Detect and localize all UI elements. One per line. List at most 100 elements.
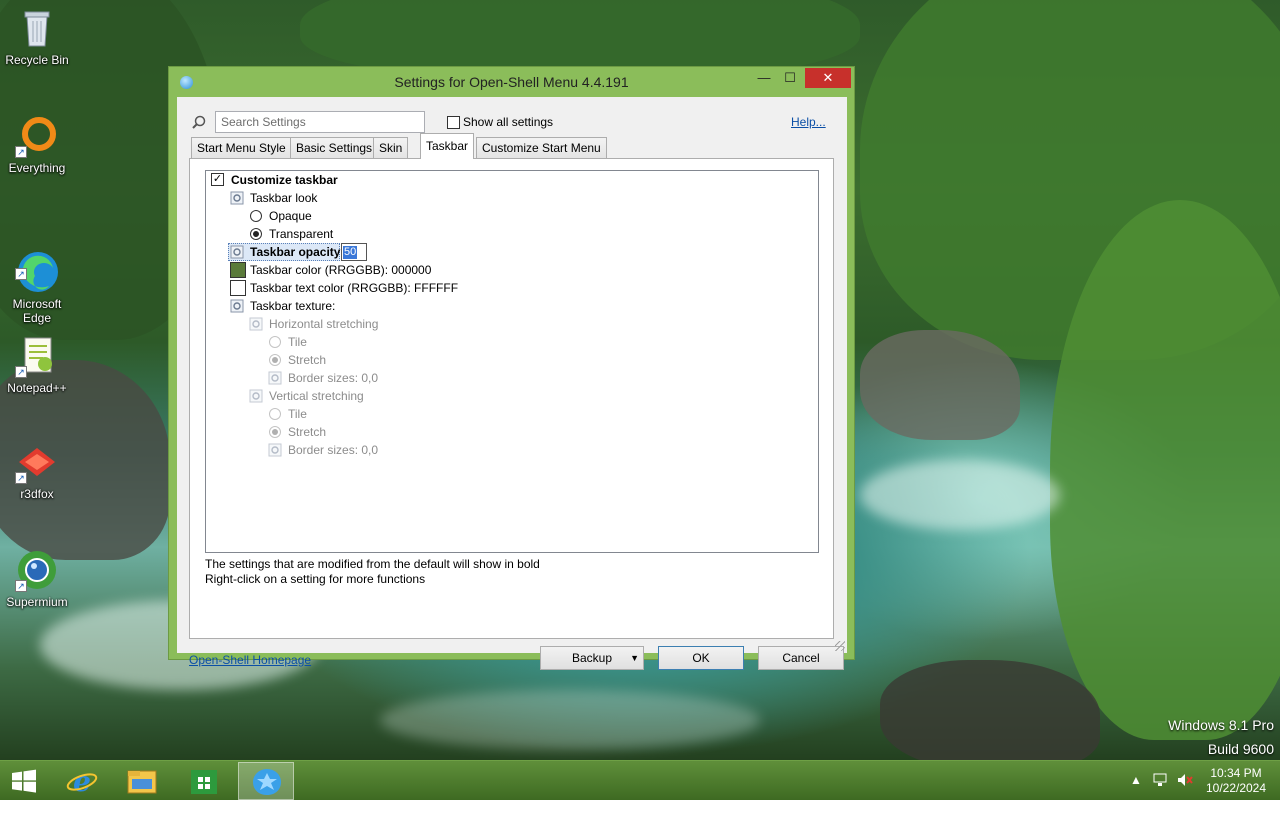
settings-window: Settings for Open-Shell Menu 4.4.191 — ☐… (168, 66, 855, 670)
tab-taskbar[interactable]: Taskbar (420, 133, 475, 159)
settings-group-icon (230, 191, 244, 205)
setting-v-border-sizes[interactable]: Border sizes: 0,0 (268, 441, 468, 459)
h-stretch-radio[interactable] (269, 354, 281, 366)
desktop-icon-label: Everything (8, 161, 66, 175)
customize-taskbar-checkbox[interactable]: ✓ (211, 173, 224, 186)
info-modified-bold: The settings that are modified from the … (205, 557, 540, 571)
windows-logo-icon (12, 769, 36, 793)
rock-bottom-right (880, 660, 1100, 760)
horizontal-stretching-label: Horizontal stretching (269, 317, 379, 331)
setting-v-tile[interactable]: Tile (269, 405, 469, 423)
setting-taskbar-texture[interactable]: Taskbar texture: (230, 297, 530, 315)
taskbar-opacity-label: Taskbar opacity (250, 245, 341, 259)
tab-basic-settings[interactable]: Basic Settings (290, 137, 379, 158)
backup-button[interactable]: Backup ▼ (540, 646, 644, 670)
supermium-icon: ↗ (15, 548, 59, 592)
desktop-icon-r3dfox[interactable]: ↗ r3dfox (0, 440, 74, 501)
help-link[interactable]: Help... (791, 115, 826, 129)
desktop-icon-label: Recycle Bin (5, 53, 69, 67)
open-shell-homepage-link[interactable]: Open-Shell Homepage (189, 653, 311, 667)
network-icon[interactable] (1152, 771, 1170, 811)
tab-start-menu-style[interactable]: Start Menu Style (191, 137, 292, 158)
search-settings-input[interactable] (215, 111, 425, 133)
opaque-label: Opaque (269, 209, 312, 223)
setting-v-stretch[interactable]: Stretch (269, 423, 469, 441)
show-all-settings-label[interactable]: Show all settings (463, 115, 553, 129)
taskbar-text-color-label: Taskbar text color (RRGGBB): FFFFFF (250, 281, 459, 295)
ok-button[interactable]: OK (658, 646, 744, 670)
search-icon (192, 115, 206, 129)
settings-group-icon (249, 317, 263, 331)
start-button[interactable] (0, 761, 48, 801)
setting-horizontal-stretching[interactable]: Horizontal stretching (249, 315, 549, 333)
h-tile-label: Tile (288, 335, 307, 349)
desktop-icon-recycle-bin[interactable]: Recycle Bin (0, 6, 74, 67)
setting-taskbar-opacity[interactable]: Taskbar opacity 50 (228, 243, 528, 261)
file-explorer-icon (127, 770, 157, 794)
window-client-area: Show all settings Help... Start Menu Sty… (177, 97, 847, 670)
window-titlebar[interactable]: Settings for Open-Shell Menu 4.4.191 — ☐… (169, 67, 854, 97)
taskbar-text-color-swatch[interactable] (230, 280, 246, 296)
clock-date: 10/22/2024 (1205, 781, 1267, 795)
setting-taskbar-text-color[interactable]: Taskbar text color (RRGGBB): FFFFFF (230, 279, 530, 297)
setting-vertical-stretching[interactable]: Vertical stretching (249, 387, 549, 405)
info-right-click: Right-click on a setting for more functi… (205, 572, 426, 586)
taskbar-opacity-input[interactable]: 50 (341, 243, 367, 261)
desktop-icon-notepadpp[interactable]: ↗ Notepad++ (0, 334, 74, 395)
settings-item-icon (230, 299, 244, 313)
desktop-icon-everything[interactable]: ↗ Everything (0, 114, 74, 175)
taskbar-internet-explorer[interactable]: e (54, 762, 110, 800)
shortcut-arrow-icon: ↗ (15, 580, 27, 592)
taskbar-color-swatch[interactable] (230, 262, 246, 278)
resize-grip[interactable] (835, 641, 845, 651)
v-stretch-radio[interactable] (269, 426, 281, 438)
taskbar-opacity-value: 50 (343, 246, 358, 259)
r3dfox-icon: ↗ (15, 440, 59, 484)
minimize-button[interactable]: — (751, 68, 777, 88)
settings-item-icon (230, 245, 244, 259)
h-tile-radio[interactable] (269, 336, 281, 348)
setting-transparent[interactable]: Transparent (250, 225, 450, 243)
v-tile-radio[interactable] (269, 408, 281, 420)
volume-muted-icon[interactable] (1176, 771, 1194, 811)
setting-opaque[interactable]: Opaque (250, 207, 450, 225)
setting-h-tile[interactable]: Tile (269, 333, 469, 351)
taskbar-clock[interactable]: 10:34 PM 10/22/2024 (1196, 766, 1276, 796)
backup-button-label: Backup (571, 651, 613, 665)
rock-right (860, 330, 1020, 440)
settings-item-icon (268, 443, 282, 457)
setting-h-stretch[interactable]: Stretch (269, 351, 469, 369)
everything-icon: ↗ (15, 114, 59, 158)
transparent-label: Transparent (269, 227, 334, 241)
taskbar-tab-panel: ✓ Customize taskbar Taskbar look Opaque … (189, 158, 834, 639)
v-stretch-label: Stretch (288, 425, 327, 439)
cancel-button[interactable]: Cancel (758, 646, 844, 670)
desktop-icon-supermium[interactable]: ↗ Supermium (0, 548, 74, 609)
opaque-radio[interactable] (250, 210, 262, 222)
setting-taskbar-look[interactable]: Taskbar look (230, 189, 530, 207)
tab-skin[interactable]: Skin (373, 137, 409, 158)
settings-tree: ✓ Customize taskbar Taskbar look Opaque … (205, 170, 819, 553)
dropdown-arrow-icon: ▼ (630, 653, 639, 663)
maximize-button[interactable]: ☐ (777, 68, 803, 88)
customize-taskbar-label: Customize taskbar (231, 173, 338, 187)
tab-customize-start-menu[interactable]: Customize Start Menu (476, 137, 607, 158)
close-button[interactable]: ✕ (805, 68, 851, 88)
setting-customize-taskbar[interactable]: ✓ Customize taskbar (211, 171, 511, 189)
taskbar-store[interactable] (176, 762, 232, 800)
taskbar-file-explorer[interactable] (114, 762, 170, 800)
tray-overflow-chevron[interactable]: ▲ (1130, 773, 1142, 813)
taskbar-color-label: Taskbar color (RRGGBB): 000000 (250, 263, 432, 277)
taskbar-open-shell-settings[interactable] (238, 762, 294, 800)
windows-build-watermark: Build 9600 (1207, 741, 1274, 757)
show-all-settings-checkbox[interactable] (447, 116, 460, 129)
desktop-icon-label: Notepad++ (7, 381, 67, 395)
desktop-icon-label: Supermium (6, 595, 68, 609)
open-shell-icon (253, 769, 281, 795)
desktop-icon-microsoft-edge[interactable]: ↗ Microsoft Edge (0, 222, 74, 325)
store-icon (191, 770, 217, 794)
transparent-radio[interactable] (250, 228, 262, 240)
setting-h-border-sizes[interactable]: Border sizes: 0,0 (268, 369, 468, 387)
clock-time: 10:34 PM (1210, 766, 1262, 780)
setting-taskbar-color[interactable]: Taskbar color (RRGGBB): 000000 (230, 261, 530, 279)
